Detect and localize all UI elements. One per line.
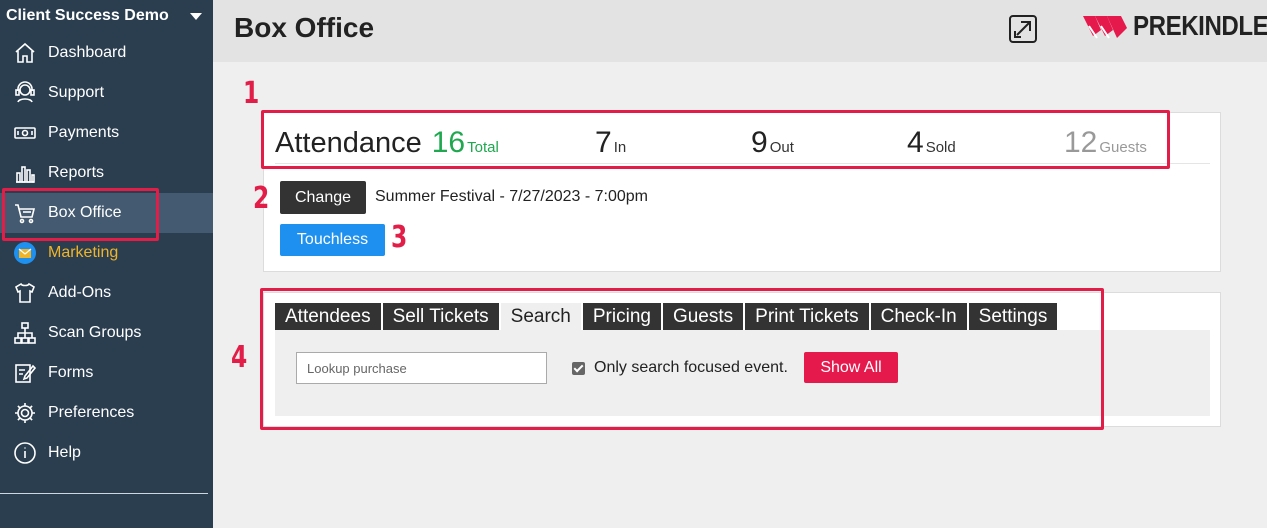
tab-bar: Attendees Sell Tickets Search Pricing Gu… bbox=[275, 303, 1059, 330]
sidebar-item-add-ons[interactable]: Add-Ons bbox=[0, 273, 213, 313]
sidebar-item-label: Forms bbox=[48, 364, 94, 381]
sitemap-icon bbox=[12, 320, 38, 346]
guests-count: 12 bbox=[1064, 126, 1098, 159]
sidebar-divider bbox=[0, 493, 208, 494]
out-label: Out bbox=[769, 139, 794, 156]
tab-guests[interactable]: Guests bbox=[662, 303, 744, 330]
sidebar-item-marketing[interactable]: Marketing bbox=[0, 233, 213, 273]
info-icon bbox=[12, 440, 38, 466]
focused-event-checkbox-row[interactable]: Only search focused event. bbox=[572, 359, 788, 377]
attendance-out: 9 Out bbox=[751, 126, 794, 164]
sidebar: Client Success Demo Dashboard Support Pa… bbox=[0, 0, 213, 528]
sidebar-item-scan-groups[interactable]: Scan Groups bbox=[0, 313, 213, 353]
tab-pricing[interactable]: Pricing bbox=[582, 303, 661, 330]
box-office-tabs-panel: Attendees Sell Tickets Search Pricing Gu… bbox=[263, 292, 1221, 427]
brand-logo: PREKINDLE bbox=[1081, 8, 1267, 44]
focused-event-checkbox[interactable] bbox=[572, 361, 585, 375]
total-label: Total bbox=[467, 139, 499, 156]
total-count: 16 bbox=[431, 126, 466, 159]
sidebar-item-label: Preferences bbox=[48, 404, 135, 421]
in-label: In bbox=[613, 139, 627, 156]
search-tab-content: Only search focused event. Show All bbox=[275, 330, 1210, 416]
caret-down-icon bbox=[190, 12, 202, 20]
tab-sell-tickets[interactable]: Sell Tickets bbox=[382, 303, 499, 330]
guests-label: Guests bbox=[1099, 139, 1147, 156]
event-name: Summer Festival - 7/27/2023 - 7:00pm bbox=[375, 188, 649, 205]
sidebar-item-reports[interactable]: Reports bbox=[0, 153, 213, 193]
tab-settings[interactable]: Settings bbox=[968, 303, 1058, 330]
shirt-icon bbox=[12, 280, 38, 306]
sidebar-item-preferences[interactable]: Preferences bbox=[0, 393, 213, 433]
out-count: 9 bbox=[751, 126, 768, 159]
attendance-summary: Attendance 16 Total 7 In 9 Out 4 Sold 12… bbox=[275, 126, 1210, 164]
annotation-number-3: 3 bbox=[391, 220, 408, 255]
envelope-icon bbox=[12, 240, 38, 266]
sidebar-item-label: Payments bbox=[48, 124, 120, 141]
lookup-purchase-input[interactable] bbox=[296, 352, 547, 384]
attendance-in: 7 In bbox=[595, 126, 626, 164]
attendance-sold: 4 Sold bbox=[907, 126, 956, 164]
brand-name: PREKINDLE bbox=[1133, 10, 1267, 41]
touchless-button[interactable]: Touchless bbox=[280, 224, 385, 256]
annotation-number-4: 4 bbox=[231, 340, 248, 375]
sidebar-item-box-office[interactable]: Box Office bbox=[0, 193, 213, 233]
show-all-button[interactable]: Show All bbox=[804, 352, 898, 383]
sidebar-item-payments[interactable]: Payments bbox=[0, 113, 213, 153]
sidebar-nav: Dashboard Support Payments Reports Box O… bbox=[0, 33, 213, 473]
org-name: Client Success Demo bbox=[6, 7, 169, 24]
sold-label: Sold bbox=[925, 139, 956, 156]
annotation-number-2: 2 bbox=[253, 181, 270, 216]
flame-icon bbox=[1083, 16, 1127, 39]
attendance-total: Attendance 16 Total bbox=[275, 126, 499, 164]
sidebar-item-label: Scan Groups bbox=[48, 324, 142, 341]
expand-icon[interactable] bbox=[1008, 14, 1038, 44]
headset-icon bbox=[12, 80, 38, 106]
sidebar-item-label: Dashboard bbox=[48, 44, 127, 61]
sidebar-item-label: Add-Ons bbox=[48, 284, 112, 301]
cash-icon bbox=[12, 120, 38, 146]
gear-icon bbox=[12, 400, 38, 426]
tab-attendees[interactable]: Attendees bbox=[275, 303, 381, 330]
tab-print-tickets[interactable]: Print Tickets bbox=[745, 303, 869, 330]
form-edit-icon bbox=[12, 360, 38, 386]
in-count: 7 bbox=[595, 126, 612, 159]
sidebar-item-label: Reports bbox=[48, 164, 105, 181]
cart-icon bbox=[12, 200, 38, 226]
sidebar-item-support[interactable]: Support bbox=[0, 73, 213, 113]
bar-chart-icon bbox=[12, 160, 38, 186]
sold-count: 4 bbox=[907, 126, 924, 159]
change-event-button[interactable]: Change bbox=[280, 181, 366, 214]
top-header: Box Office PREKINDLE bbox=[213, 0, 1267, 62]
sidebar-item-label: Support bbox=[48, 84, 105, 101]
sidebar-item-help[interactable]: Help bbox=[0, 433, 213, 473]
sidebar-item-label: Help bbox=[48, 444, 81, 461]
annotation-number-1: 1 bbox=[243, 76, 260, 111]
sidebar-item-label: Marketing bbox=[48, 244, 119, 261]
sidebar-item-dashboard[interactable]: Dashboard bbox=[0, 33, 213, 73]
sidebar-item-forms[interactable]: Forms bbox=[0, 353, 213, 393]
org-switcher[interactable]: Client Success Demo bbox=[6, 6, 206, 26]
house-icon bbox=[12, 40, 38, 66]
focused-event-checkbox-label: Only search focused event. bbox=[594, 359, 788, 376]
attendance-guests: 12 Guests bbox=[1064, 126, 1147, 164]
attendance-title: Attendance bbox=[275, 127, 422, 159]
page-title: Box Office bbox=[234, 12, 375, 43]
sidebar-item-label: Box Office bbox=[48, 204, 122, 221]
tab-search[interactable]: Search bbox=[500, 303, 581, 330]
tab-check-in[interactable]: Check-In bbox=[870, 303, 967, 330]
